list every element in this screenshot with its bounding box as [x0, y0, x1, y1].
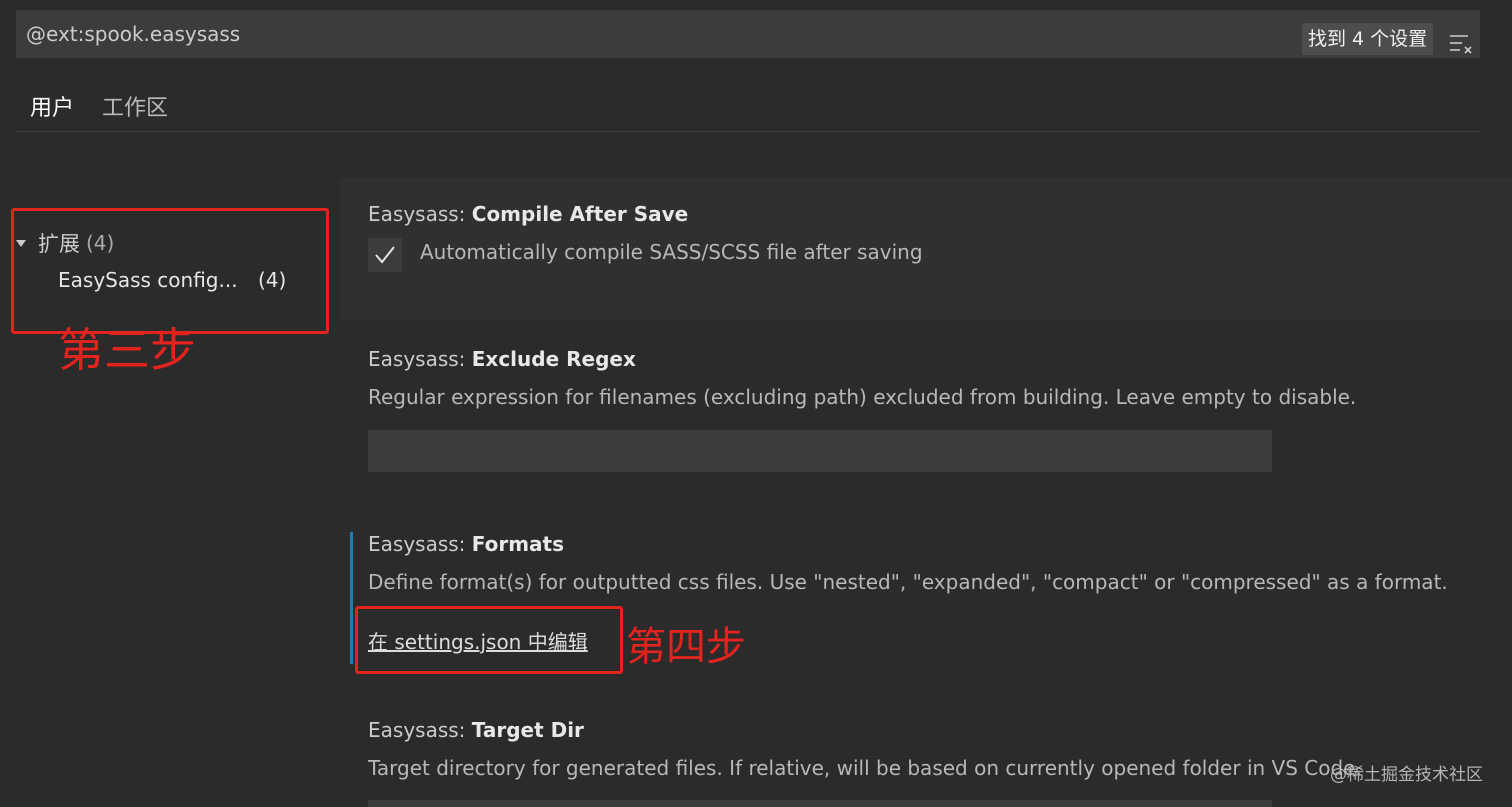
target-dir-input-edge [368, 800, 1272, 807]
setting-title: Easysass: Exclude Regex [368, 347, 636, 371]
tab-workspace[interactable]: 工作区 [88, 82, 182, 130]
step4-annotation: 第四步 [626, 624, 746, 670]
setting-description: Automatically compile SASS/SCSS file aft… [420, 240, 923, 264]
step4-highlight-box [355, 606, 623, 674]
settings-scope-tabs: 用户 工作区 [16, 82, 1480, 132]
setting-description: Define format(s) for outputted css files… [368, 570, 1448, 594]
focus-indicator [350, 532, 353, 664]
search-results-count: 找到 4 个设置 [1302, 23, 1434, 55]
settings-editor: 找到 4 个设置 用户 工作区 扩展 (4) EasySass config..… [0, 0, 1512, 807]
watermark: @稀土掘金技术社区 [1330, 765, 1483, 785]
compile-after-save-checkbox[interactable] [368, 238, 402, 272]
exclude-regex-input[interactable] [368, 430, 1272, 472]
step3-annotation: 第三步 [58, 323, 196, 377]
checkmark-icon [375, 246, 395, 264]
settings-search-input[interactable] [16, 10, 1480, 58]
setting-title: Easysass: Target Dir [368, 718, 584, 742]
setting-title: Easysass: Compile After Save [368, 202, 689, 226]
clear-filter-icon[interactable] [1448, 32, 1476, 58]
setting-exclude-regex: Easysass: Exclude Regex Regular expressi… [340, 330, 1512, 490]
tab-user[interactable]: 用户 [16, 82, 88, 130]
settings-search-bar: 找到 4 个设置 [16, 10, 1480, 58]
setting-title: Easysass: Formats [368, 532, 565, 556]
setting-compile-after-save: Easysass: Compile After Save Automatical… [340, 178, 1512, 320]
setting-description: Target directory for generated files. If… [368, 756, 1362, 780]
setting-description: Regular expression for filenames (exclud… [368, 385, 1357, 409]
